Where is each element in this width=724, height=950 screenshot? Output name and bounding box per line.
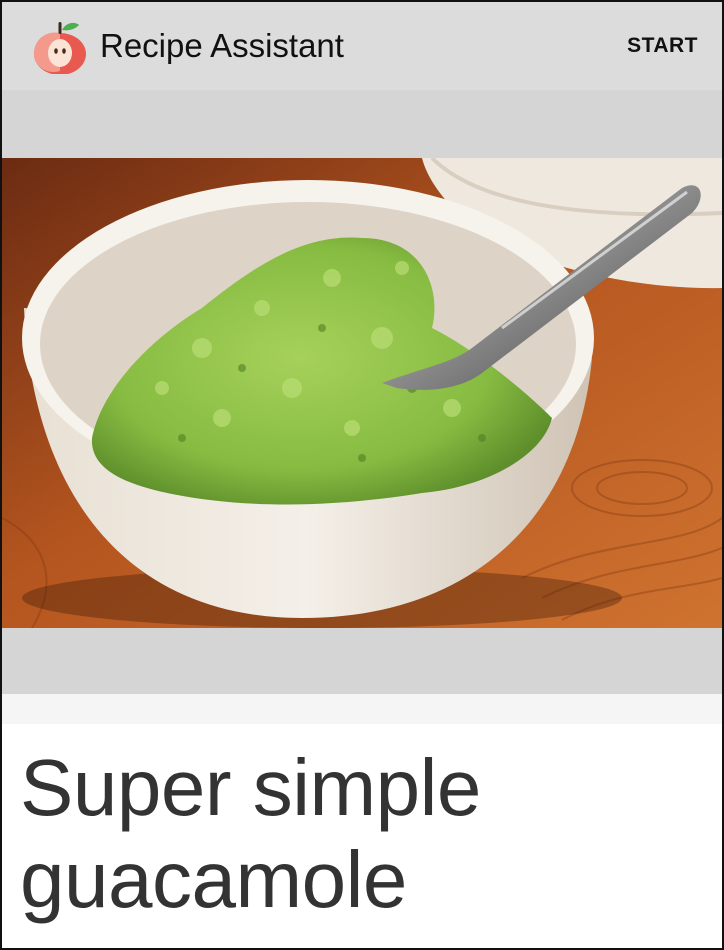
- app-screen: Recipe Assistant START Super simple guac…: [0, 0, 724, 950]
- recipe-title: Super simple guacamole: [20, 743, 481, 924]
- image-letterbox-top: [2, 90, 722, 158]
- start-button[interactable]: START: [627, 30, 698, 62]
- image-letterbox-bottom: [2, 628, 722, 694]
- app-bar: Recipe Assistant START: [2, 2, 722, 90]
- app-title: Recipe Assistant: [100, 27, 344, 64]
- content-divider: [2, 694, 722, 724]
- guacamole-bowl-photo: [2, 158, 722, 628]
- recipe-photo: [2, 158, 722, 628]
- apple-icon: [34, 22, 86, 74]
